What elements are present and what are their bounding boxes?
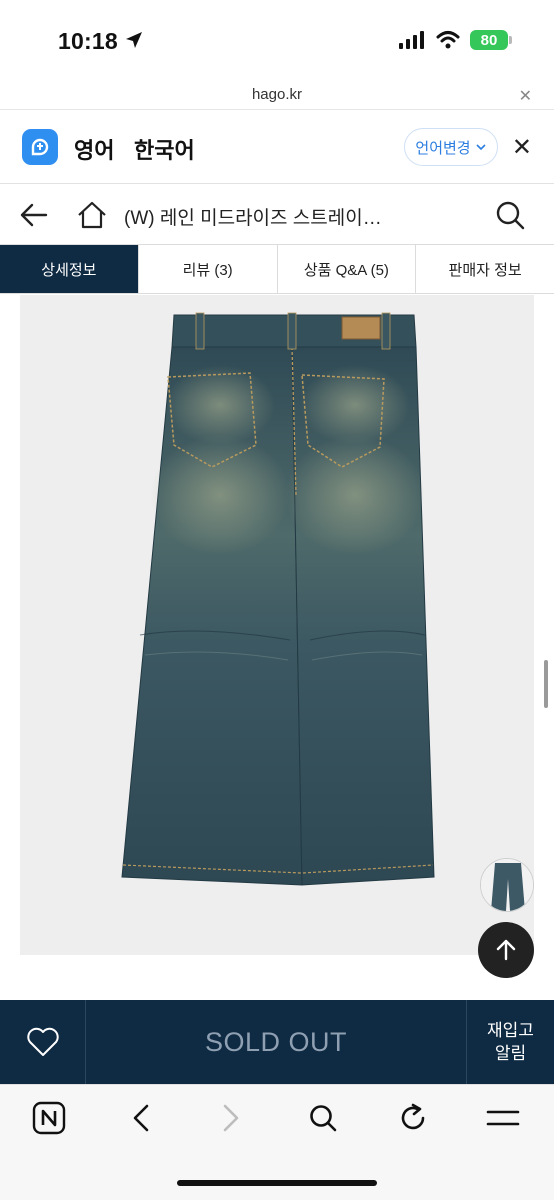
product-image (20, 295, 534, 955)
target-language[interactable]: 한국어 (134, 133, 195, 165)
soldout-button[interactable]: SOLD OUT (86, 1000, 466, 1084)
battery-indicator: 80 (470, 30, 512, 50)
search-icon[interactable] (494, 199, 526, 231)
back-icon[interactable] (124, 1101, 158, 1135)
scroll-indicator[interactable] (544, 660, 548, 708)
purchase-bar: SOLD OUT 재입고 알림 (0, 1000, 554, 1084)
url-bar[interactable]: hago.kr ✕ (0, 80, 554, 110)
arrow-up-icon (496, 939, 516, 961)
status-indicators: 80 (398, 30, 512, 50)
scroll-to-top-button[interactable] (478, 922, 534, 978)
search-icon[interactable] (306, 1101, 340, 1135)
translate-bar: 영어 한국어 언어변경 ✕ (0, 111, 554, 184)
back-arrow-icon[interactable] (18, 199, 50, 231)
naver-n-icon[interactable] (32, 1101, 66, 1135)
restock-label-line1: 재입고 (487, 1021, 534, 1040)
wishlist-button[interactable] (0, 1000, 86, 1084)
home-icon[interactable] (76, 199, 108, 231)
tab-seller-info[interactable]: 판매자 정보 (416, 245, 554, 293)
url-close-icon[interactable]: ✕ (519, 86, 532, 106)
product-tabs: 상세정보 리뷰 (3) 상품 Q&A (5) 판매자 정보 (0, 244, 554, 294)
product-thumbnail[interactable] (480, 858, 534, 912)
restock-label-line2: 알림 (494, 1044, 527, 1063)
change-language-label: 언어변경 (415, 139, 471, 157)
chevron-down-icon (476, 144, 486, 151)
jeans-thumbnail-image (481, 859, 533, 911)
jeans-image (121, 312, 435, 886)
tab-qna[interactable]: 상품 Q&A (5) (277, 245, 417, 293)
forward-icon[interactable] (214, 1101, 248, 1135)
restock-alert-button[interactable]: 재입고 알림 (466, 1000, 554, 1084)
tab-reviews[interactable]: 리뷰 (3) (138, 245, 278, 293)
product-header: (W) 레인 미드라이즈 스트레이… (0, 185, 554, 243)
status-bar: 10:18 80 (0, 0, 554, 80)
url-domain[interactable]: hago.kr (0, 86, 554, 103)
menu-icon[interactable] (486, 1101, 520, 1135)
home-indicator[interactable] (177, 1180, 377, 1186)
heart-icon (26, 1027, 59, 1056)
location-arrow-icon (126, 32, 142, 48)
refresh-icon[interactable] (396, 1101, 430, 1135)
change-language-button[interactable]: 언어변경 (404, 128, 498, 166)
page-title: (W) 레인 미드라이즈 스트레이… (124, 208, 382, 229)
status-time: 10:18 (58, 28, 118, 54)
tab-detail[interactable]: 상세정보 (0, 245, 139, 293)
translate-close-icon[interactable]: ✕ (512, 133, 532, 162)
source-language[interactable]: 영어 (74, 133, 114, 165)
translate-logo-icon (22, 129, 58, 165)
cellular-signal-icon (399, 31, 424, 49)
wifi-icon (436, 31, 460, 49)
